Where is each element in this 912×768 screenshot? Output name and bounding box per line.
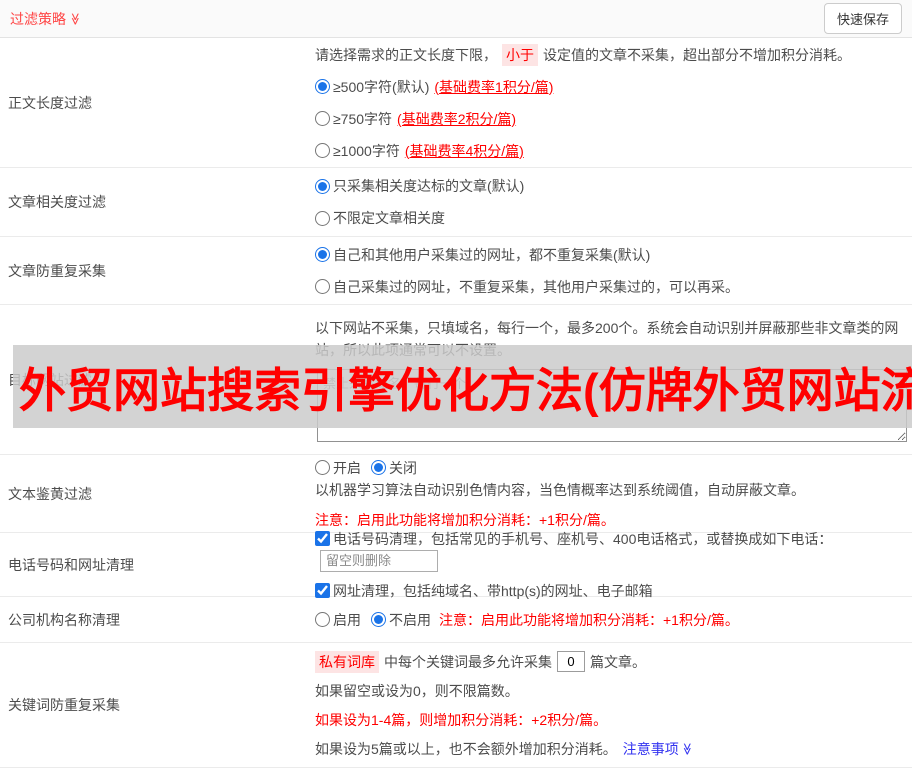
radio-relevance-strict[interactable]: 只采集相关度达标的文章(默认) <box>315 175 524 197</box>
notes-link-label: 注意事项 <box>622 740 679 757</box>
checkbox-phone-clean-input[interactable] <box>315 531 330 546</box>
keyword-note-fee: 如果设为1-4篇，则增加积分消耗：+2积分/篇。 <box>315 711 608 728</box>
row-site-filter: 目标网站过滤 以下网站不采集，只填域名，每行一个，最多200个。系统会自动识别并… <box>0 305 912 455</box>
radio-750-label: ≥750字符 <box>333 110 393 127</box>
chevron-down-icon: ≫ <box>68 12 83 25</box>
option-row: 只采集相关度达标的文章(默认) <box>315 175 904 197</box>
radio-dedup-own-label: 自己采集过的网址，不重复采集，其他用户采集过的，可以再采。 <box>333 278 739 295</box>
radio-dedup-own[interactable]: 自己采集过的网址，不重复采集，其他用户采集过的，可以再采。 <box>315 276 739 298</box>
option-row: 电话号码清理，包括常见的手机号、座机号、400电话格式，或替换成如下电话： <box>315 528 904 572</box>
keyword-note-five: 如果设为5篇或以上，也不会额外增加积分消耗。 注意事项 ≫ <box>315 738 904 760</box>
radio-dedup-own-input[interactable] <box>315 279 330 294</box>
company-clean-note: 注意：启用此功能将增加积分消耗：+1积分/篇。 <box>439 611 739 628</box>
row-label-keyword-dedup: 关键词防重复采集 <box>8 697 120 713</box>
radio-company-on-label: 启用 <box>333 611 361 628</box>
option-row: ≥500字符(默认) (基础费率1积分/篇) <box>315 76 904 98</box>
keyword-note-five-text: 如果设为5篇或以上，也不会额外增加积分消耗。 <box>315 740 617 757</box>
checkbox-phone-clean-label: 电话号码清理，包括常见的手机号、座机号、400电话格式，或替换成如下电话： <box>333 530 833 547</box>
quick-save-button[interactable]: 快速保存 <box>823 3 902 34</box>
row-label-dedup-filter: 文章防重复采集 <box>8 262 106 279</box>
row-label-company-clean: 公司机构名称清理 <box>8 611 120 628</box>
radio-relevance-strict-input[interactable] <box>315 178 330 194</box>
option-row: ≥1000字符 (基础费率4积分/篇) <box>315 140 904 162</box>
row-keyword-dedup: 关键词防重复采集 私有词库 中每个关键词最多允许采集 篇文章。 如果留空或设为0… <box>0 643 912 768</box>
radio-relevance-strict-label: 只采集相关度达标的文章(默认) <box>333 178 525 194</box>
radio-relevance-any[interactable]: 不限定文章相关度 <box>315 207 445 229</box>
row-label-porn-filter: 文本鉴黄过滤 <box>8 485 92 502</box>
radio-option-500[interactable]: ≥500字符(默认) <box>315 76 429 98</box>
row-company-clean: 公司机构名称清理 启用 不启用 注意：启用此功能将增加积分消耗：+1积分/篇。 <box>0 597 912 643</box>
row-porn-filter: 文本鉴黄过滤 开启 关闭 以机器学习算法自动识别色情内容，当色情概率达到系统阈值… <box>0 455 912 533</box>
row-label-phone-url-clean: 电话号码和网址清理 <box>8 556 134 573</box>
radio-porn-off-label: 关闭 <box>389 459 417 476</box>
radio-500-input[interactable] <box>315 79 330 94</box>
radio-company-on-input[interactable] <box>315 612 330 627</box>
header-bar: 过滤策略 ≫ 快速保存 <box>0 0 912 38</box>
row-label-site-filter: 目标网站过滤 <box>8 371 92 388</box>
option-row: 自己采集过的网址，不重复采集，其他用户采集过的，可以再采。 <box>315 276 904 298</box>
checkbox-phone-clean[interactable]: 电话号码清理，包括常见的手机号、座机号、400电话格式，或替换成如下电话： <box>315 528 832 550</box>
intro-pre: 请选择需求的正文长度下限， <box>315 46 497 63</box>
site-filter-intro: 以下网站不采集，只填域名，每行一个，最多200个。系统会自动识别并屏蔽那些非文章… <box>315 320 899 358</box>
option-row: 自己和其他用户采集过的网址，都不重复采集(默认) <box>315 244 904 266</box>
page-title-label: 过滤策略 <box>10 10 66 27</box>
private-lexicon-badge: 私有词库 <box>315 650 379 673</box>
keyword-limit-suffix: 篇文章。 <box>590 653 646 670</box>
radio-company-off[interactable]: 不启用 <box>371 609 431 631</box>
radio-company-off-label: 不启用 <box>389 611 431 628</box>
row-dedup-filter: 文章防重复采集 自己和其他用户采集过的网址，都不重复采集(默认) 自己采集过的网… <box>0 237 912 305</box>
row-length-filter: 正文长度过滤 请选择需求的正文长度下限， 小于 设定值的文章不采集，超出部分不增… <box>0 38 912 168</box>
fee-note-2: (基础费率2积分/篇) <box>397 110 517 127</box>
radio-company-off-input[interactable] <box>371 612 386 627</box>
intro-post: 设定值的文章不采集，超出部分不增加积分消耗。 <box>543 46 851 63</box>
row-label-relevance-filter: 文章相关度过滤 <box>8 194 106 210</box>
option-row: 开启 关闭 以机器学习算法自动识别色情内容，当色情概率达到系统阈值，自动屏蔽文章… <box>315 457 904 501</box>
radio-dedup-all-input[interactable] <box>315 247 330 262</box>
radio-option-750[interactable]: ≥750字符 <box>315 108 392 130</box>
radio-porn-on-input[interactable] <box>315 460 330 475</box>
radio-option-1000[interactable]: ≥1000字符 <box>315 140 400 162</box>
row-phone-url-clean: 电话号码和网址清理 电话号码清理，包括常见的手机号、座机号、400电话格式，或替… <box>0 531 912 599</box>
keyword-limit-line: 私有词库 中每个关键词最多允许采集 篇文章。 <box>315 650 904 673</box>
radio-1000-label: ≥1000字符 <box>333 142 400 159</box>
radio-company-on[interactable]: 启用 <box>315 609 361 631</box>
fee-note-1: (基础费率1积分/篇) <box>434 78 554 95</box>
row-relevance-filter: 文章相关度过滤 只采集相关度达标的文章(默认) 不限定文章相关度 <box>0 168 912 237</box>
chevron-down-icon: ≫ <box>680 742 695 755</box>
page-title[interactable]: 过滤策略 ≫ <box>10 9 82 29</box>
keyword-note-zero: 如果留空或设为0，则不限篇数。 <box>315 682 519 699</box>
porn-filter-desc: 以机器学习算法自动识别色情内容，当色情概率达到系统阈值，自动屏蔽文章。 <box>315 481 805 498</box>
notes-link[interactable]: 注意事项 ≫ <box>623 738 694 760</box>
fee-note-3: (基础费率4积分/篇) <box>404 142 524 159</box>
blocked-sites-textarea[interactable] <box>317 369 907 442</box>
radio-porn-off[interactable]: 关闭 <box>371 457 417 479</box>
radio-500-label: ≥500字符(默认) <box>333 78 430 95</box>
checkbox-url-clean-input[interactable] <box>315 583 330 598</box>
option-row: 启用 不启用 注意：启用此功能将增加积分消耗：+1积分/篇。 <box>315 609 904 631</box>
radio-porn-on[interactable]: 开启 <box>315 457 361 479</box>
radio-dedup-all-label: 自己和其他用户采集过的网址，都不重复采集(默认) <box>333 246 651 263</box>
radio-relevance-any-label: 不限定文章相关度 <box>333 210 445 226</box>
radio-750-input[interactable] <box>315 111 330 126</box>
radio-porn-on-label: 开启 <box>333 459 361 476</box>
radio-dedup-all[interactable]: 自己和其他用户采集过的网址，都不重复采集(默认) <box>315 244 650 266</box>
radio-porn-off-input[interactable] <box>371 460 386 475</box>
replacement-phone-input[interactable] <box>320 549 438 572</box>
keyword-limit-text: 中每个关键词最多允许采集 <box>384 653 552 670</box>
length-filter-intro: 请选择需求的正文长度下限， 小于 设定值的文章不采集，超出部分不增加积分消耗。 <box>315 43 904 66</box>
radio-relevance-any-input[interactable] <box>315 210 330 226</box>
row-label-length-filter: 正文长度过滤 <box>8 94 92 111</box>
option-row: 不限定文章相关度 <box>315 207 904 229</box>
option-row: ≥750字符 (基础费率2积分/篇) <box>315 108 904 130</box>
radio-1000-input[interactable] <box>315 143 330 158</box>
intro-highlight: 小于 <box>502 43 538 66</box>
keyword-count-input[interactable] <box>557 651 585 672</box>
